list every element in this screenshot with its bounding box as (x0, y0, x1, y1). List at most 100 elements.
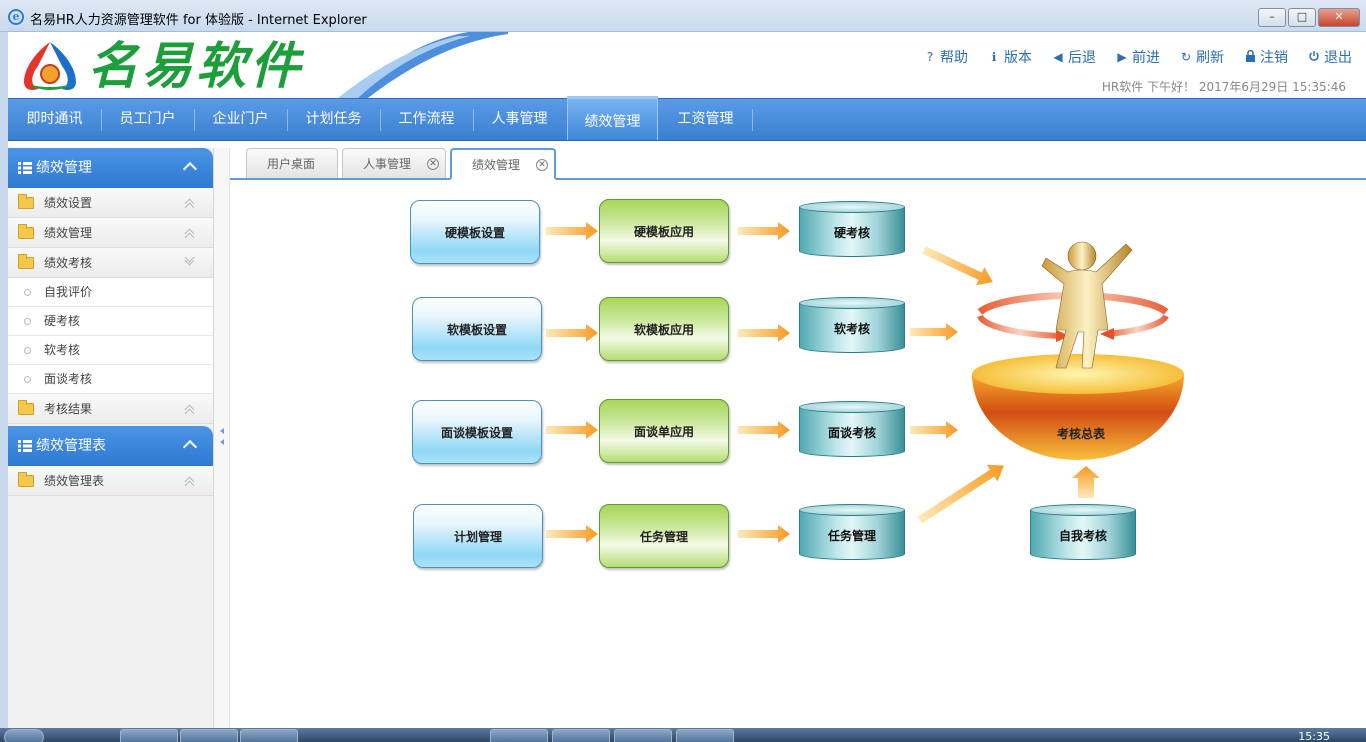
sidebar-splitter[interactable] (214, 148, 230, 728)
collapse-left-icon[interactable] (220, 428, 224, 434)
sidebar-section-performance-tables[interactable]: 绩效管理表 (8, 426, 213, 466)
flow-db-task-management[interactable]: 任务管理 (799, 504, 905, 564)
menu-item-employee-portal[interactable]: 员工门户 (101, 99, 194, 140)
folder-icon (18, 400, 34, 415)
flow-db-self-review[interactable]: 自我考核 (1030, 504, 1136, 564)
internet-explorer-icon: e (8, 9, 24, 25)
tab-bar: 用户桌面 人事管理 ✕ 绩效管理 ✕ (230, 148, 1366, 180)
app-header: 名易软件 ? 帮助 ℹ 版本 ◀ 后退 ▶ 前进 ↻ 刷新 注销 退出 HR软件 下午好！… (8, 32, 1366, 98)
tab-user-desktop[interactable]: 用户桌面 (246, 148, 338, 178)
flow-box-plan-management[interactable]: 计划管理 (413, 504, 543, 568)
help-label: 帮助 (940, 50, 968, 66)
flow-box-interview-form-apply[interactable]: 面谈单应用 (599, 399, 729, 463)
refresh-link[interactable]: ↻ 刷新 (1179, 47, 1224, 67)
menu-item-performance-management[interactable]: 绩效管理 (567, 96, 658, 140)
menu-item-workflow[interactable]: 工作流程 (380, 99, 473, 140)
sidebar-folder-label: 考核结果 (44, 402, 93, 416)
back-label: 后退 (1068, 50, 1096, 66)
sidebar-item-self-evaluation[interactable]: 自我评价 (8, 278, 213, 307)
flow-db-label: 任务管理 (799, 510, 905, 560)
flow-db-label: 面谈考核 (799, 407, 905, 457)
arrow-row1-b (738, 222, 790, 240)
taskbar-app[interactable] (490, 729, 548, 742)
flow-db-interview-review[interactable]: 面谈考核 (799, 401, 905, 461)
greeting-datetime: HR软件 下午好！ 2017年6月29日 15:35:46 (1101, 80, 1346, 94)
flow-db-top (799, 297, 905, 309)
window-controls: – □ ✕ (1256, 8, 1360, 27)
tab-performance-management[interactable]: 绩效管理 ✕ (450, 148, 556, 180)
forward-label: 前进 (1132, 50, 1160, 66)
flow-box-soft-template-setup[interactable]: 软模板设置 (412, 297, 542, 361)
refresh-icon: ↻ (1180, 50, 1192, 64)
menu-item-payroll-management[interactable]: 工资管理 (659, 99, 752, 140)
arrow-row1-a (546, 222, 598, 240)
menu-separator (752, 109, 753, 131)
taskbar-app[interactable] (180, 729, 238, 742)
sidebar-folder-performance-table[interactable]: 绩效管理表 (8, 466, 213, 496)
chevron-up-icon[interactable] (182, 161, 198, 177)
menu-item-planned-tasks[interactable]: 计划任务 (287, 99, 380, 140)
flow-box-task-management[interactable]: 任务管理 (599, 504, 729, 568)
sidebar-section-performance-management[interactable]: 绩效管理 (8, 148, 213, 188)
help-link[interactable]: ? 帮助 (923, 47, 968, 67)
flow-box-hard-template-setup[interactable]: 硬模板设置 (410, 200, 540, 264)
window-frame-left (0, 32, 8, 728)
taskbar-app[interactable] (240, 729, 298, 742)
flow-box-soft-template-apply[interactable]: 软模板应用 (599, 297, 729, 361)
taskbar-clock[interactable]: 15:35 (1298, 730, 1330, 742)
close-button[interactable]: ✕ (1318, 8, 1360, 27)
sidebar-item-interview-review[interactable]: 面谈考核 (8, 365, 213, 394)
collapse-left-icon[interactable] (220, 439, 224, 445)
sidebar-folder-performance-management[interactable]: 绩效管理 (8, 218, 213, 248)
sidebar-folder-review-results[interactable]: 考核结果 (8, 394, 213, 424)
sidebar-item-label: 面谈考核 (44, 372, 93, 386)
folder-icon (18, 194, 34, 209)
menu-item-instant-messaging[interactable]: 即时通讯 (8, 99, 101, 140)
flow-db-soft-review[interactable]: 软考核 (799, 297, 905, 357)
version-label: 版本 (1004, 50, 1032, 66)
menu-item-hr-management[interactable]: 人事管理 (473, 99, 566, 140)
sidebar-folder-label: 绩效管理 (44, 226, 93, 240)
maximize-button[interactable]: □ (1288, 8, 1316, 27)
sidebar-item-hard-review[interactable]: 硬考核 (8, 307, 213, 336)
tab-label: 用户桌面 (267, 157, 316, 171)
flow-db-top (799, 401, 905, 413)
chevron-up-icon[interactable] (182, 439, 198, 455)
flow-box-interview-template-setup[interactable]: 面谈模板设置 (412, 400, 542, 464)
tab-label: 人事管理 (363, 157, 412, 171)
version-link[interactable]: ℹ 版本 (987, 47, 1032, 67)
top-navigation: ? 帮助 ℹ 版本 ◀ 后退 ▶ 前进 ↻ 刷新 注销 退出 (904, 47, 1352, 67)
taskbar-app[interactable] (676, 729, 734, 742)
list-icon (18, 162, 32, 174)
taskbar-app[interactable] (614, 729, 672, 742)
main-menu: 即时通讯 员工门户 企业门户 计划任务 工作流程 人事管理 绩效管理 工资管理 (8, 96, 1366, 141)
company-logo-text: 名易软件 (88, 36, 304, 95)
flow-summary-label[interactable]: 考核总表 (1057, 425, 1105, 442)
taskbar-app[interactable] (552, 729, 610, 742)
exit-label: 退出 (1324, 50, 1352, 66)
sidebar-folder-performance-settings[interactable]: 绩效设置 (8, 188, 213, 218)
tab-hr-management[interactable]: 人事管理 ✕ (342, 148, 446, 178)
exit-link[interactable]: 退出 (1307, 47, 1352, 67)
flow-db-top (1030, 504, 1136, 516)
taskbar-app-ie[interactable] (120, 729, 178, 742)
folder-icon (18, 472, 34, 487)
flow-db-label: 硬考核 (799, 207, 905, 257)
forward-link[interactable]: ▶ 前进 (1115, 47, 1160, 67)
sidebar-item-label: 硬考核 (44, 314, 81, 328)
lock-icon (1243, 49, 1257, 64)
folder-icon (18, 224, 34, 239)
back-link[interactable]: ◀ 后退 (1051, 47, 1096, 67)
menu-item-enterprise-portal[interactable]: 企业门户 (194, 99, 287, 140)
logout-link[interactable]: 注销 (1243, 47, 1288, 67)
sidebar-item-soft-review[interactable]: 软考核 (8, 336, 213, 365)
start-button[interactable] (4, 729, 44, 742)
logout-label: 注销 (1260, 50, 1288, 66)
close-icon[interactable]: ✕ (536, 159, 548, 171)
minimize-button[interactable]: – (1258, 8, 1286, 27)
close-icon[interactable]: ✕ (427, 158, 439, 170)
flow-box-hard-template-apply[interactable]: 硬模板应用 (599, 199, 729, 263)
flow-db-hard-review[interactable]: 硬考核 (799, 201, 905, 261)
sidebar-item-label: 自我评价 (44, 285, 93, 299)
sidebar-folder-performance-review[interactable]: 绩效考核 (8, 248, 213, 278)
